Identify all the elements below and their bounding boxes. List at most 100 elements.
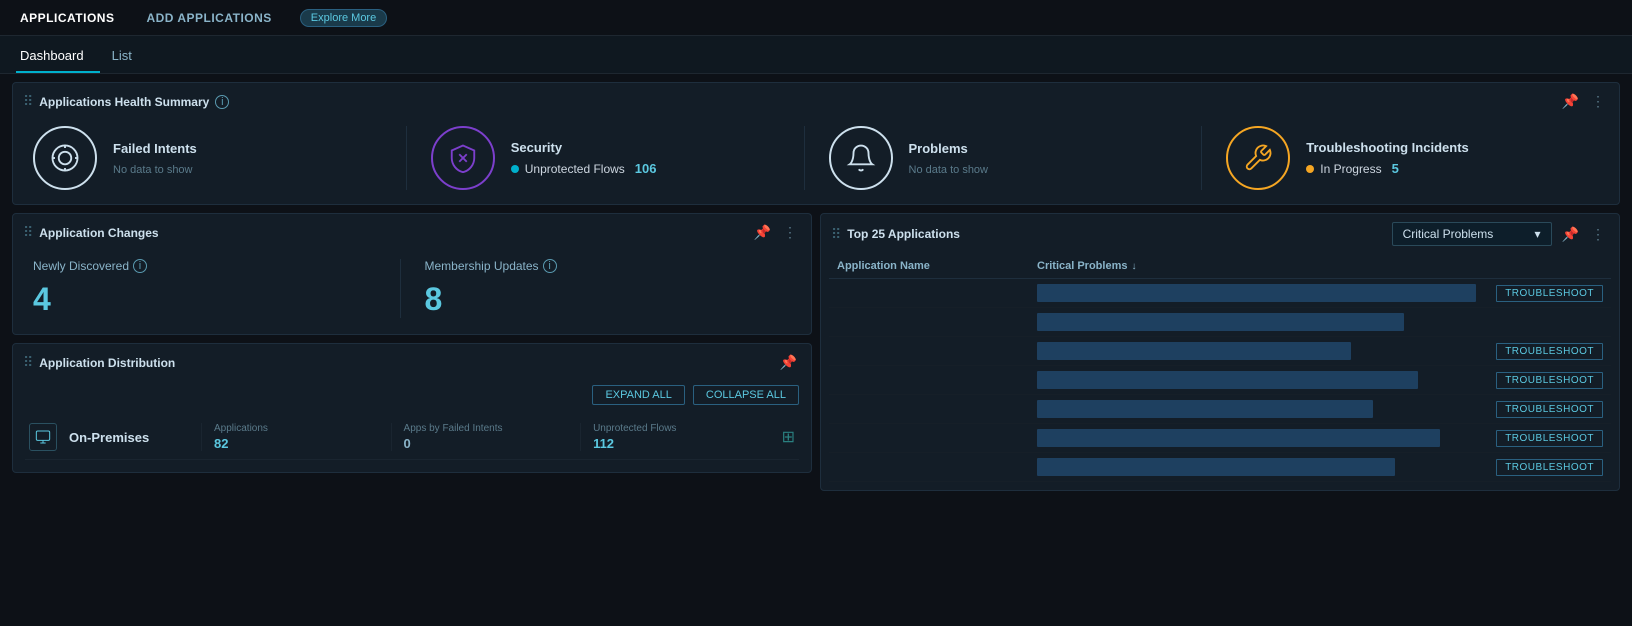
health-item-security: Security Unprotected Flows 106 (407, 126, 805, 190)
td-action-0: TROUBLESHOOT (1493, 285, 1603, 302)
td-bar-fill-1 (1037, 313, 1404, 331)
health-summary-info-icon[interactable]: i (215, 95, 229, 109)
table-row: TROUBLESHOOT (829, 366, 1611, 395)
tab-dashboard[interactable]: Dashboard (16, 40, 100, 73)
on-premises-unprotected-label: Unprotected Flows (593, 423, 770, 434)
failed-intents-no-data: No data to show (113, 164, 193, 176)
app-changes-header-left: ⠿ Application Changes (23, 224, 159, 241)
on-premises-failed-label: Apps by Failed Intents (404, 423, 581, 434)
troubleshooting-value: 5 (1392, 161, 1399, 176)
app-changes-pin-button[interactable]: 📌 (752, 222, 773, 243)
td-bar-area-1 (1037, 313, 1485, 331)
sort-arrow-icon: ↓ (1131, 261, 1136, 272)
shield-x-icon (448, 143, 478, 173)
failed-intents-info: Failed Intents No data to show (113, 141, 197, 176)
newly-discovered-info-icon[interactable]: i (133, 259, 147, 273)
td-action-6: TROUBLESHOOT (1493, 459, 1603, 476)
th-critical-label: Critical Problems (1037, 260, 1127, 272)
app-distribution-content: EXPAND ALL COLLAPSE ALL On-Premises (13, 377, 811, 472)
drag-icon: ⠿ (23, 93, 33, 110)
app-changes-card: ⠿ Application Changes 📌 ⋮ Newly Discover… (12, 213, 812, 335)
app-changes-header: ⠿ Application Changes 📌 ⋮ (13, 214, 811, 247)
troubleshoot-button-5[interactable]: TROUBLESHOOT (1496, 430, 1603, 447)
security-circle (431, 126, 495, 190)
target-icon (50, 143, 80, 173)
on-premises-failed-metric: Apps by Failed Intents 0 (391, 423, 581, 451)
top25-header: ⠿ Top 25 Applications Critical Problems … (821, 214, 1619, 250)
membership-updates-label-text: Membership Updates (425, 259, 539, 273)
troubleshooting-dot-label: In Progress (1320, 162, 1381, 176)
newly-discovered-label-text: Newly Discovered (33, 259, 129, 273)
health-summary-content: Failed Intents No data to show Security (13, 116, 1619, 204)
security-dot-value: Unprotected Flows 106 (511, 161, 657, 176)
health-summary-pin-button[interactable]: 📌 (1560, 91, 1581, 112)
top25-card: ⠿ Top 25 Applications Critical Problems … (820, 213, 1620, 491)
table-header-row: Application Name Critical Problems ↓ (829, 254, 1611, 279)
app-distribution-drag-icon: ⠿ (23, 354, 33, 371)
top25-dropdown-value: Critical Problems (1403, 227, 1494, 241)
on-premises-metrics: Applications 82 Apps by Failed Intents 0… (201, 423, 770, 451)
table-row: TROUBLESHOOT (829, 453, 1611, 482)
troubleshooting-circle (1226, 126, 1290, 190)
on-premises-apps-value: 82 (214, 436, 391, 451)
top25-more-button[interactable]: ⋮ (1589, 224, 1607, 245)
troubleshoot-button-3[interactable]: TROUBLESHOOT (1496, 372, 1603, 389)
collapse-all-button[interactable]: COLLAPSE ALL (693, 385, 799, 405)
membership-updates-info-icon[interactable]: i (543, 259, 557, 273)
problems-info: Problems No data to show (909, 141, 989, 176)
membership-updates-item: Membership Updates i 8 (425, 259, 792, 318)
td-bar-fill-3 (1037, 371, 1418, 389)
top25-drag-icon: ⠿ (831, 226, 841, 243)
app-distribution-pin-button[interactable]: 📌 (778, 352, 799, 373)
td-bar-area-5 (1037, 429, 1485, 447)
troubleshoot-button-6[interactable]: TROUBLESHOOT (1496, 459, 1603, 476)
app-distribution-card: ⠿ Application Distribution 📌 EXPAND ALL … (12, 343, 812, 473)
troubleshoot-button-0[interactable]: TROUBLESHOOT (1496, 285, 1603, 302)
table-row: TROUBLESHOOT (829, 395, 1611, 424)
td-bar-area-4 (1037, 400, 1485, 418)
left-col: ⠿ Application Changes 📌 ⋮ Newly Discover… (12, 213, 812, 491)
td-bar-area-2 (1037, 342, 1485, 360)
top25-dropdown-chevron-icon: ▾ (1535, 227, 1541, 241)
top25-title: Top 25 Applications (847, 227, 960, 241)
nav-add-applications[interactable]: ADD APPLICATIONS (142, 11, 275, 25)
app-changes-content: Newly Discovered i 4 Membership Updates … (13, 247, 811, 334)
security-value: 106 (635, 161, 657, 176)
td-bar-area-0 (1037, 284, 1485, 302)
on-premises-row: On-Premises Applications 82 Apps by Fail… (25, 415, 799, 460)
wrench-icon (1243, 143, 1273, 173)
health-summary-header-right: 📌 ⋮ (1560, 91, 1607, 112)
security-info: Security Unprotected Flows 106 (511, 140, 657, 176)
newly-discovered-label: Newly Discovered i (33, 259, 376, 273)
tabs-bar: Dashboard List (0, 36, 1632, 74)
tab-list[interactable]: List (108, 40, 148, 73)
troubleshoot-button-2[interactable]: TROUBLESHOOT (1496, 343, 1603, 360)
on-premises-failed-value: 0 (404, 436, 581, 451)
health-summary-more-button[interactable]: ⋮ (1589, 91, 1607, 112)
bottom-grid: ⠿ Application Changes 📌 ⋮ Newly Discover… (12, 213, 1620, 491)
health-item-failed-intents: Failed Intents No data to show (33, 126, 407, 190)
app-changes-header-right: 📌 ⋮ (752, 222, 799, 243)
security-dot-label: Unprotected Flows (525, 162, 625, 176)
newly-discovered-item: Newly Discovered i 4 (33, 259, 401, 318)
table-row: TROUBLESHOOT (829, 337, 1611, 366)
problems-no-data: No data to show (909, 164, 989, 176)
troubleshoot-button-4[interactable]: TROUBLESHOOT (1496, 401, 1603, 418)
top25-dropdown[interactable]: Critical Problems ▾ (1392, 222, 1552, 246)
explore-more-button[interactable]: Explore More (300, 9, 387, 27)
expand-all-button[interactable]: EXPAND ALL (592, 385, 684, 405)
td-action-5: TROUBLESHOOT (1493, 430, 1603, 447)
dist-buttons: EXPAND ALL COLLAPSE ALL (25, 385, 799, 405)
top25-pin-button[interactable]: 📌 (1560, 224, 1581, 245)
td-bar-fill-5 (1037, 429, 1440, 447)
app-changes-drag-icon: ⠿ (23, 224, 33, 241)
troubleshooting-title: Troubleshooting Incidents (1306, 140, 1469, 155)
td-action-2: TROUBLESHOOT (1493, 343, 1603, 360)
nav-applications[interactable]: APPLICATIONS (16, 11, 118, 25)
on-premises-apps-metric: Applications 82 (201, 423, 391, 451)
app-changes-more-button[interactable]: ⋮ (781, 222, 799, 243)
on-premises-expand-icon[interactable]: ⊞ (782, 427, 795, 447)
top25-title-area: ⠿ Top 25 Applications (831, 226, 960, 243)
problems-circle (829, 126, 893, 190)
on-premises-unprotected-metric: Unprotected Flows 112 (580, 423, 770, 451)
